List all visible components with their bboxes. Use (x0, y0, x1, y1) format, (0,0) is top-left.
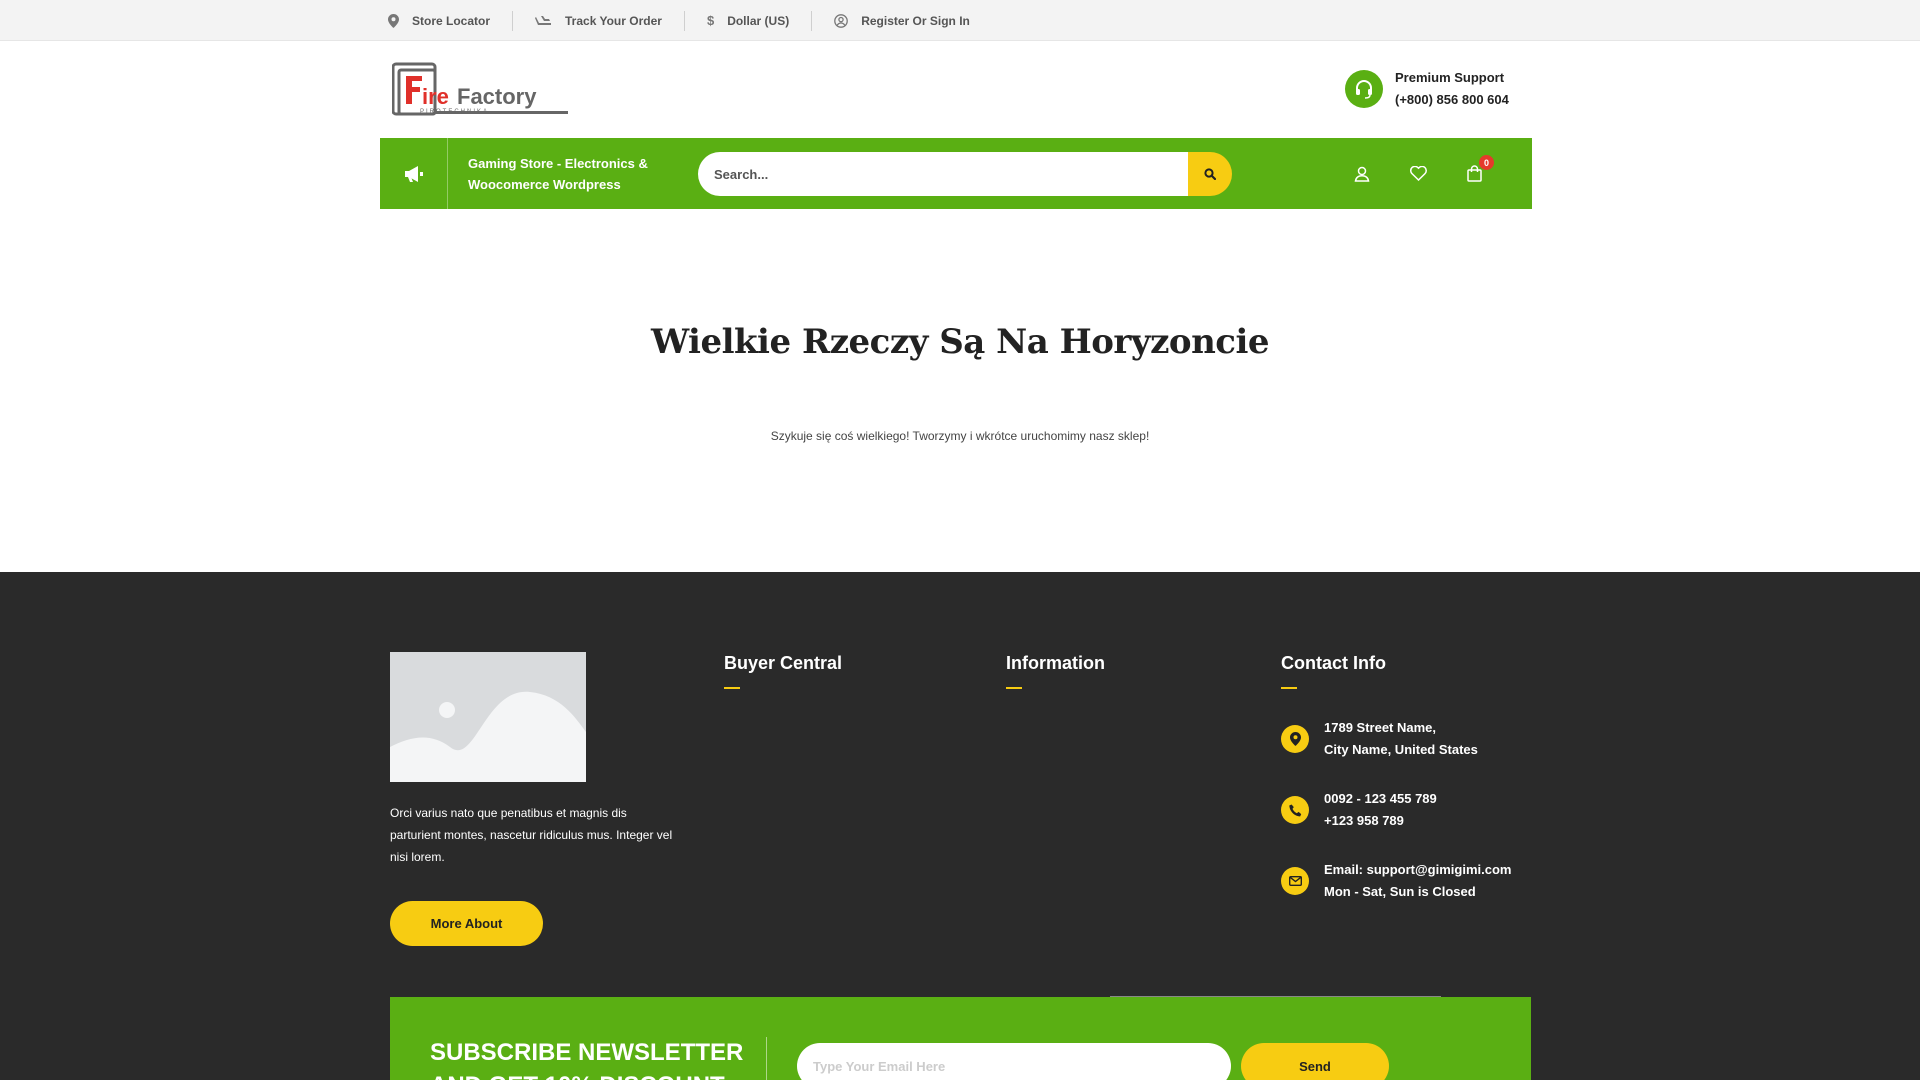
address-line1: 1789 Street Name, (1324, 720, 1437, 735)
site-logo[interactable]: ire Factory PIROTECHNIKA (391, 62, 570, 116)
megaphone-button[interactable] (380, 138, 448, 209)
hours-line: Mon - Sat, Sun is Closed (1324, 884, 1476, 899)
store-tagline-line1: Gaming Store - Electronics & (468, 156, 648, 171)
premium-support: Premium Support (+800) 856 800 604 (1345, 67, 1509, 111)
truck-icon (535, 15, 552, 25)
newsletter-email-input[interactable] (797, 1043, 1231, 1080)
register-signin-link[interactable]: Register Or Sign In (812, 11, 992, 31)
track-order-link[interactable]: Track Your Order (513, 10, 685, 31)
search-button[interactable] (1188, 152, 1232, 196)
currency-label: Dollar (US) (727, 13, 790, 28)
newsletter-divider (766, 1037, 767, 1080)
footer: Orci varius nato que penatibus et magnis… (0, 572, 1920, 1080)
wishlist-button[interactable] (1390, 166, 1446, 181)
email-line[interactable]: Email: support@gimigimi.com (1324, 859, 1511, 881)
svg-text:PIROTECHNIKA: PIROTECHNIKA (420, 109, 489, 115)
newsletter-title: SUBSCRIBE NEWSLETTER AND GET 10% DISCOUN… (430, 1039, 744, 1080)
track-order-label: Track Your Order (565, 13, 662, 28)
page-title: Wielkie Rzeczy Są Na Horyzoncie (650, 322, 1270, 362)
svg-text:ire: ire (422, 84, 449, 109)
information-underline (1006, 687, 1022, 689)
contact-info-underline (1281, 687, 1297, 689)
top-bar: Store Locator Track Your Order $ Dollar … (0, 0, 1920, 41)
store-tagline: Gaming Store - Electronics & Woocomerce … (468, 153, 668, 195)
newsletter-section: SUBSCRIBE NEWSLETTER AND GET 10% DISCOUN… (390, 997, 1531, 1080)
contact-phone: 0092 - 123 455 789 +123 958 789 (1281, 791, 1437, 832)
buyer-central-heading: Buyer Central (724, 653, 843, 673)
store-locator-link[interactable]: Store Locator (388, 10, 514, 31)
map-pin-icon (388, 13, 399, 28)
location-icon (1281, 725, 1309, 753)
currency-selector[interactable]: $ Dollar (US) (685, 10, 813, 31)
support-phone[interactable]: (+800) 856 800 604 (1395, 89, 1509, 111)
shopping-bag-icon (1466, 165, 1482, 182)
phone-icon (1281, 796, 1309, 824)
more-about-button[interactable]: More About (390, 901, 543, 946)
megaphone-icon (404, 165, 423, 182)
user-circle-icon (834, 13, 849, 28)
main-nav-bar: Gaming Store - Electronics & Woocomerce … (380, 138, 1532, 209)
dollar-icon: $ (706, 13, 715, 28)
search-input[interactable] (698, 152, 1188, 196)
store-locator-label: Store Locator (412, 13, 491, 28)
support-title: Premium Support (1395, 70, 1505, 85)
heart-icon (1409, 166, 1427, 181)
account-button[interactable] (1334, 166, 1390, 182)
contact-address: 1789 Street Name, City Name, United Stat… (1281, 720, 1478, 761)
cart-count-badge: 0 (1479, 155, 1494, 170)
cart-button[interactable]: 0 (1446, 155, 1502, 182)
phone-line2[interactable]: +123 958 789 (1324, 810, 1437, 832)
newsletter-send-button[interactable]: Send (1241, 1043, 1389, 1080)
placeholder-image (390, 652, 586, 782)
contact-email: Email: support@gimigimi.com Mon - Sat, S… (1281, 862, 1511, 903)
search-bar (698, 152, 1232, 196)
svg-text:Factory: Factory (457, 84, 537, 109)
search-icon (1204, 168, 1216, 180)
store-tagline-line2: Woocomerce Wordpress (468, 177, 621, 192)
address-line2: City Name, United States (1324, 742, 1478, 757)
buyer-central-underline (724, 687, 740, 689)
register-signin-label: Register Or Sign In (861, 13, 970, 28)
footer-about-text: Orci varius nato que penatibus et magnis… (390, 806, 673, 864)
user-icon (1354, 166, 1370, 182)
headset-icon (1345, 70, 1383, 108)
page-subtitle: Szykuje się coś wielkiego! Tworzymy i wk… (770, 429, 1150, 443)
contact-info-heading: Contact Info (1281, 653, 1386, 673)
phone-line1[interactable]: 0092 - 123 455 789 (1324, 788, 1437, 810)
information-heading: Information (1006, 653, 1105, 673)
envelope-icon (1281, 867, 1309, 895)
